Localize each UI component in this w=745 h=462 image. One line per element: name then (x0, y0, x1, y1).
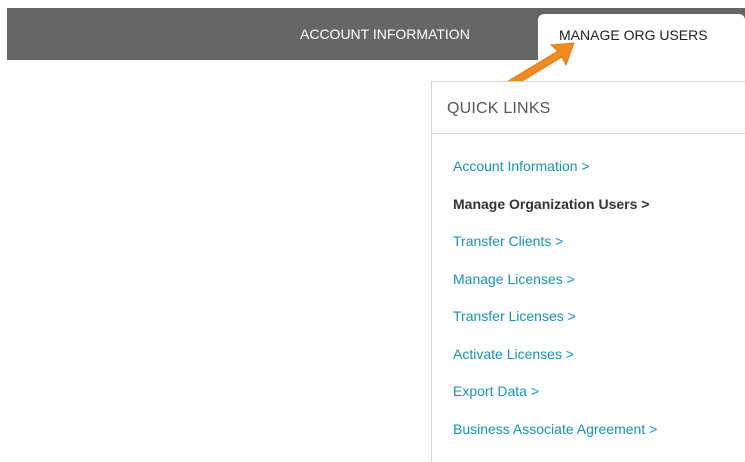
quick-links-header: QUICK LINKS (432, 82, 745, 134)
link-activate-licenses[interactable]: Activate Licenses > (453, 344, 657, 382)
link-manage-licenses[interactable]: Manage Licenses > (453, 269, 657, 307)
link-account-information[interactable]: Account Information > (453, 156, 657, 194)
quick-links-title: QUICK LINKS (447, 100, 551, 117)
quick-links-panel: QUICK LINKS Account Information > Manage… (431, 81, 745, 462)
link-manage-organization-users[interactable]: Manage Organization Users > (453, 194, 657, 232)
link-transfer-licenses[interactable]: Transfer Licenses > (453, 306, 657, 344)
quick-links-list: Account Information > Manage Organizatio… (453, 156, 657, 456)
tab-account-information[interactable]: ACCOUNT INFORMATION (300, 19, 470, 49)
tab-manage-org-users-label: MANAGE ORG USERS (559, 27, 708, 43)
link-business-associate-agreement[interactable]: Business Associate Agreement > (453, 419, 657, 457)
link-export-data[interactable]: Export Data > (453, 381, 657, 419)
link-transfer-clients[interactable]: Transfer Clients > (453, 231, 657, 269)
